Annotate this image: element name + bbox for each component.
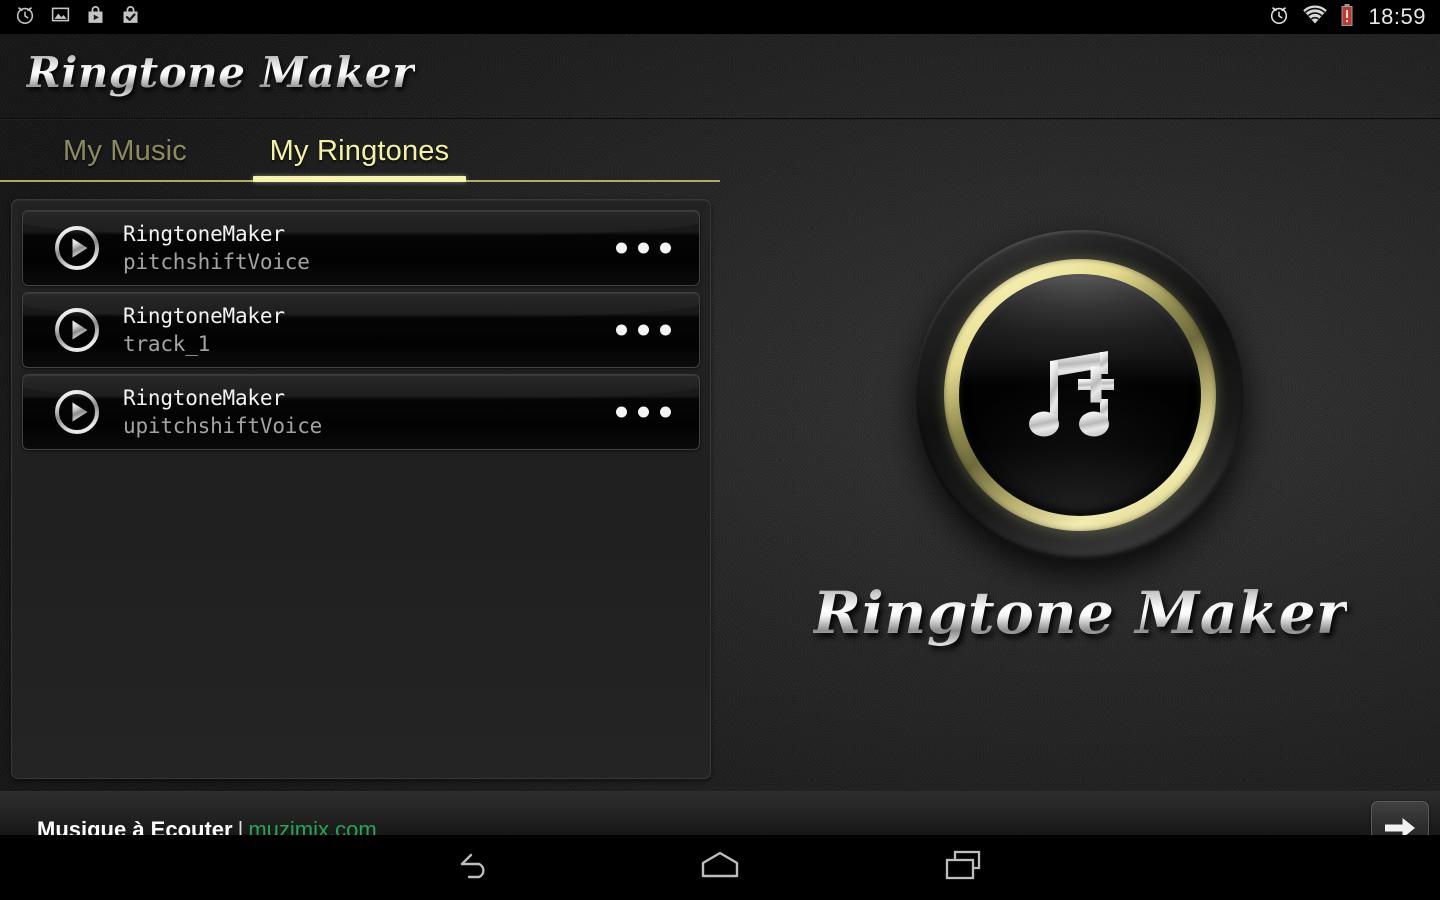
wifi-icon (1302, 4, 1328, 30)
list-item-title: RingtoneMaker (123, 221, 285, 246)
overflow-menu-icon[interactable] (610, 231, 677, 266)
status-bar-right-icons: 18:59 (1268, 0, 1426, 34)
tab-my-ringtones[interactable]: My Ringtones (253, 120, 466, 182)
ad-domain-link[interactable]: muzimix.com (248, 817, 376, 835)
nav-home-button[interactable] (645, 835, 795, 900)
logo-wordmark: Ringtone Maker (812, 579, 1348, 647)
list-item-text: RingtoneMaker track_1 (123, 303, 285, 358)
home-icon (696, 848, 744, 887)
play-icon[interactable] (54, 307, 100, 353)
list-item[interactable]: RingtoneMaker upitchshiftVoice (22, 374, 700, 450)
status-bar: 18:59 (0, 0, 1440, 34)
recents-icon (942, 848, 986, 887)
tab-bar: My Music My Ringtones (0, 120, 720, 188)
nav-back-button[interactable] (401, 835, 551, 900)
arrow-right-icon (1383, 813, 1417, 835)
list-item-text: RingtoneMaker pitchshiftVoice (123, 221, 310, 276)
alarm-clock-icon (14, 4, 36, 31)
ringtone-list-panel[interactable]: RingtoneMaker pitchshiftVoice RingtoneMa… (11, 199, 711, 779)
tab-active-indicator (253, 176, 466, 182)
list-item-subtitle: track_1 (123, 332, 211, 356)
android-nav-bar (0, 835, 1440, 900)
list-item-subtitle: pitchshiftVoice (123, 250, 310, 274)
ad-cta-button[interactable] (1371, 801, 1429, 835)
logo-panel: Ringtone Maker (720, 34, 1440, 835)
device-screen: 18:59 Ringtone Maker My Music My Rington… (0, 0, 1440, 900)
list-item[interactable]: RingtoneMaker track_1 (22, 292, 700, 368)
play-store-check-bag-icon (120, 4, 141, 31)
ad-separator: | (237, 817, 244, 835)
play-store-bag-icon (85, 4, 106, 31)
list-item-text: RingtoneMaker upitchshiftVoice (123, 385, 322, 440)
app-header: Ringtone Maker (0, 34, 1440, 119)
app-logo-button[interactable] (915, 230, 1245, 560)
app-content: Ringtone Maker My Music My Ringtones Rin… (0, 34, 1440, 835)
play-icon[interactable] (54, 225, 100, 271)
battery-low-icon (1340, 3, 1354, 32)
music-note-plus-icon (1022, 337, 1138, 453)
ad-advertiser: Musique à Ecouter (37, 817, 233, 835)
tab-my-music[interactable]: My Music (0, 120, 255, 182)
alarm-clock-icon (1268, 4, 1290, 31)
back-icon (454, 848, 498, 887)
ad-text: Musique à Ecouter | muzimix.com (37, 817, 377, 835)
logo-dome (959, 274, 1201, 516)
overflow-menu-icon[interactable] (610, 395, 677, 430)
overflow-menu-icon[interactable] (610, 313, 677, 348)
gallery-image-icon (50, 4, 71, 30)
nav-recents-button[interactable] (889, 835, 1039, 900)
list-item[interactable]: RingtoneMaker pitchshiftVoice (22, 210, 700, 286)
page-title: Ringtone Maker (26, 48, 415, 97)
status-bar-clock: 18:59 (1368, 4, 1426, 29)
ad-banner[interactable]: Musique à Ecouter | muzimix.com (0, 791, 1440, 835)
list-item-subtitle: upitchshiftVoice (123, 414, 323, 438)
status-bar-left-icons (0, 4, 141, 31)
list-item-title: RingtoneMaker (123, 385, 285, 410)
list-item-title: RingtoneMaker (123, 303, 285, 328)
play-icon[interactable] (54, 389, 100, 435)
